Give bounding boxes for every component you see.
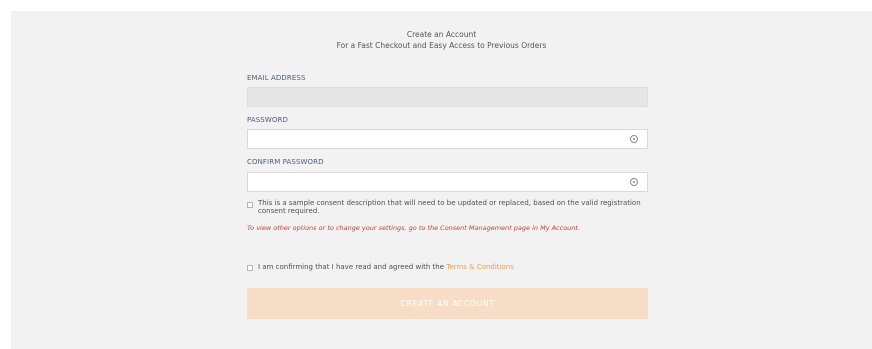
- eye-icon[interactable]: [630, 178, 638, 186]
- terms-checkbox[interactable]: [247, 265, 253, 271]
- confirm-password-field[interactable]: [247, 172, 648, 192]
- consent-checkbox[interactable]: [247, 202, 253, 208]
- create-account-panel: Create an Account For a Fast Checkout an…: [11, 11, 872, 349]
- create-account-button[interactable]: CREATE AN ACCOUNT: [247, 288, 648, 319]
- page-subtitle: For a Fast Checkout and Easy Access to P…: [336, 41, 547, 50]
- password-field[interactable]: [247, 129, 648, 149]
- page-title: Create an Account: [406, 30, 477, 39]
- email-label: EMAIL ADDRESS: [247, 74, 306, 82]
- password-label: PASSWORD: [247, 116, 288, 124]
- confirm-password-label: CONFIRM PASSWORD: [247, 158, 324, 166]
- terms-statement: I am confirming that I have read and agr…: [258, 263, 514, 271]
- consent-description: This is a sample consent description tha…: [258, 199, 641, 215]
- terms-prefix: I am confirming that I have read and agr…: [258, 263, 445, 271]
- consent-management-note: To view other options or to change your …: [247, 224, 581, 232]
- eye-icon[interactable]: [630, 135, 638, 143]
- email-field[interactable]: [247, 87, 648, 107]
- terms-conditions-link[interactable]: Terms & Conditions: [446, 263, 514, 271]
